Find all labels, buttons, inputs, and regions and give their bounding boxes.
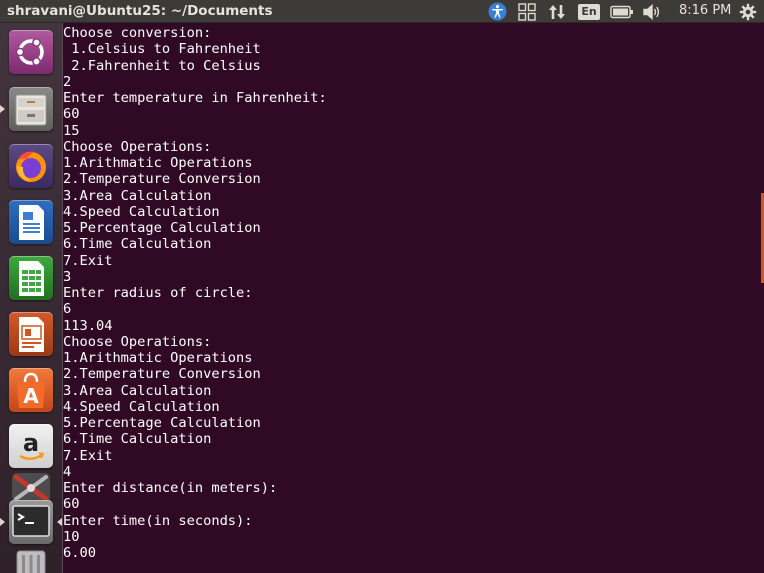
file-cabinet-icon	[9, 87, 53, 131]
trash-icon	[16, 550, 46, 573]
terminal-line: 4.Speed Calculation	[63, 203, 220, 220]
terminal-line: Choose Operations:	[63, 138, 212, 155]
terminal-line: 2.Temperature Conversion	[63, 171, 261, 188]
terminal-line: Choose Operations:	[63, 333, 212, 350]
terminal-line: 1.Arithmatic Operations	[63, 350, 253, 366]
svg-text:a: a	[23, 429, 39, 457]
terminal-line: 1.Arithmatic Operations	[63, 155, 253, 171]
terminal-line: 60	[63, 106, 80, 123]
focused-indicator	[57, 518, 62, 526]
terminal-line: 15	[63, 122, 80, 139]
libreoffice-writer-launcher[interactable]	[6, 197, 56, 247]
terminal-line: 6	[63, 301, 72, 318]
terminal-window[interactable]: Choose conversion: 1.Celsius to Fahrenhe…	[63, 23, 764, 573]
terminal-line: 6.Time Calculation	[63, 431, 212, 448]
amazon-launcher[interactable]: a	[6, 421, 56, 471]
ubuntu-logo-icon	[9, 30, 53, 74]
terminal-output[interactable]: Choose conversion: 1.Celsius to Fahrenhe…	[63, 25, 327, 561]
accessibility-icon[interactable]	[486, 2, 508, 21]
libreoffice-impress-launcher[interactable]	[6, 309, 56, 359]
trash-launcher[interactable]	[6, 549, 56, 573]
terminal-line: 6.00	[63, 545, 96, 561]
running-indicator	[0, 518, 5, 526]
clock[interactable]: 8:16 PM	[679, 3, 731, 18]
writer-document-icon	[9, 200, 53, 244]
terminal-line: 2.Fahrenheit to Celsius	[63, 57, 261, 74]
impress-presentation-icon	[9, 312, 53, 356]
svg-text:A: A	[23, 384, 39, 408]
terminal-line: 5.Percentage Calculation	[63, 415, 261, 431]
terminal-line: 113.04	[63, 317, 113, 334]
terminal-line: 60	[63, 496, 80, 513]
amazon-icon: a	[9, 424, 53, 468]
battery-icon[interactable]	[609, 2, 635, 21]
files-launcher[interactable]	[0, 84, 56, 134]
ubuntu-software-launcher[interactable]: A	[6, 365, 56, 415]
terminal-line: 1.Celsius to Fahrenheit	[63, 41, 261, 58]
libreoffice-calc-launcher[interactable]	[6, 253, 56, 303]
terminal-line: 7.Exit	[63, 447, 113, 464]
terminal-line: 3.Area Calculation	[63, 382, 212, 399]
terminal-icon	[9, 500, 53, 544]
terminal-line: 10	[63, 528, 80, 545]
running-indicator	[0, 105, 5, 113]
terminal-line: Choose conversion:	[63, 25, 212, 41]
network-icon[interactable]	[546, 2, 568, 21]
terminal-line: Enter time(in seconds):	[63, 512, 253, 529]
launcher: A a	[0, 23, 63, 573]
volume-icon[interactable]	[642, 2, 664, 21]
terminal-line: 2.Temperature Conversion	[63, 366, 261, 383]
terminal-line: 2	[63, 73, 72, 90]
top-panel: shravani@Ubuntu25: ~/Documents En 8:16 P…	[0, 0, 764, 23]
terminal-line: 3.Area Calculation	[63, 187, 212, 204]
keyboard-layout-indicator[interactable]: En	[578, 2, 600, 21]
firefox-launcher[interactable]	[6, 141, 56, 191]
terminal-line: 7.Exit	[63, 252, 113, 269]
firefox-icon	[9, 144, 53, 188]
terminal-launcher[interactable]	[0, 497, 62, 547]
window-title: shravani@Ubuntu25: ~/Documents	[7, 3, 273, 19]
workspace-switcher-icon[interactable]	[516, 2, 538, 21]
terminal-line: 4.Speed Calculation	[63, 398, 220, 415]
terminal-line: 4	[63, 463, 72, 480]
ubuntu-dash-button[interactable]	[6, 27, 56, 77]
software-bag-icon: A	[9, 368, 53, 412]
terminal-line: 5.Percentage Calculation	[63, 220, 261, 236]
terminal-line: Enter temperature in Fahrenheit:	[63, 90, 327, 106]
terminal-line: 3	[63, 268, 72, 285]
settings-gear-icon[interactable]	[738, 2, 758, 21]
calc-spreadsheet-icon	[9, 256, 53, 300]
terminal-line: Enter radius of circle:	[63, 285, 253, 301]
terminal-line: Enter distance(in meters):	[63, 480, 278, 496]
terminal-line: 6.Time Calculation	[63, 236, 212, 253]
